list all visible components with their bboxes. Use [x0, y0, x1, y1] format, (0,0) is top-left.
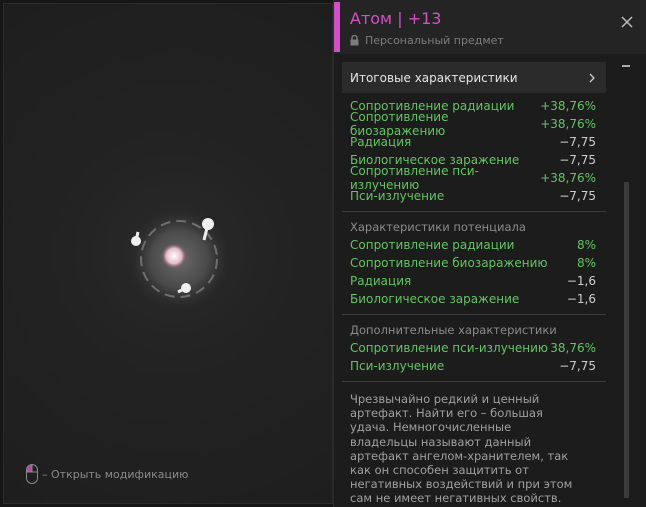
- scrollbar[interactable]: [620, 62, 632, 507]
- stat-value: −7,75: [559, 189, 596, 203]
- total-stats-title: Итоговые характеристики: [350, 70, 518, 85]
- item-details-window: – Открыть модификацию Атом | +13 Персона…: [0, 0, 646, 507]
- stat-label: Сопротивление пси-излучению: [350, 164, 479, 192]
- stat-label: Биологическое заражение: [350, 292, 520, 306]
- stat-label: Пси-излучение: [350, 359, 445, 373]
- item-preview[interactable]: – Открыть модификацию: [3, 3, 333, 504]
- item-description: Чрезвычайно редкий и ценный артефакт. На…: [350, 392, 573, 506]
- stat-row: Радиация −1,6: [350, 272, 606, 290]
- stat-label: Сопротивление биозаражению: [350, 256, 548, 270]
- chevron-right-icon: [589, 73, 595, 82]
- atom-artifact-image: [127, 207, 231, 311]
- stat-value: +38,76%: [540, 117, 596, 131]
- item-header: Атом | +13 Персональный предмет: [334, 0, 646, 54]
- stat-label: Радиация: [350, 135, 412, 149]
- open-modification-hint: – Открыть модификацию: [26, 464, 188, 484]
- stat-label: Радиация: [350, 274, 412, 288]
- stat-value: 38,76%: [550, 341, 596, 355]
- stat-value: −7,75: [559, 135, 596, 149]
- stat-row: Сопротивление радиации 8%: [350, 236, 606, 254]
- total-stats-header[interactable]: Итоговые характеристики: [342, 62, 606, 93]
- potential-stats-list: Сопротивление радиации 8% Сопротивление б…: [342, 236, 606, 308]
- mouse-icon: [26, 464, 38, 484]
- stat-value: −1,6: [566, 274, 596, 288]
- total-stats-list: Сопротивление радиации +38,76% Сопротивле…: [342, 93, 606, 205]
- stat-row: Сопротивление биозаражению 8%: [350, 254, 606, 272]
- potential-stats-title: Характеристики потенциала: [350, 220, 526, 234]
- stat-value: −7,75: [559, 359, 596, 373]
- item-subtitle: Персональный предмет: [350, 34, 504, 47]
- stat-value: +38,76%: [540, 171, 596, 185]
- stat-row: Биологическое заражение −1,6: [350, 290, 606, 308]
- stat-row: Сопротивление пси-излучению 38,76%: [350, 339, 606, 357]
- stat-label: Сопротивление пси-излучению: [350, 341, 549, 355]
- rarity-accent-bar: [334, 2, 340, 52]
- stat-row: Пси-излучение −7,75: [350, 357, 606, 375]
- stat-row: Сопротивление биозаражению +38,76%: [350, 110, 606, 138]
- stat-value: +38,76%: [540, 99, 596, 113]
- scrollbar-thumb[interactable]: [624, 182, 629, 498]
- hint-text: – Открыть модификацию: [42, 467, 189, 481]
- stat-label: Пси-излучение: [350, 189, 445, 203]
- item-title: Атом | +13: [350, 9, 442, 28]
- close-icon[interactable]: [620, 15, 634, 29]
- stats-content: Итоговые характеристики Сопротивление ра…: [342, 62, 606, 506]
- lock-icon: [350, 35, 359, 46]
- stat-label: Сопротивление биозаражению: [350, 110, 449, 138]
- stat-value: 8%: [576, 238, 596, 252]
- stat-label: Сопротивление радиации: [350, 238, 515, 252]
- extra-stats-title: Дополнительные характеристики: [350, 323, 557, 337]
- personal-item-label: Персональный предмет: [365, 34, 504, 47]
- scroll-up-icon[interactable]: [620, 62, 632, 70]
- item-info-panel: Атом | +13 Персональный предмет Итоговые…: [333, 0, 646, 507]
- stat-value: −1,6: [566, 292, 596, 306]
- stat-value: −7,75: [559, 153, 596, 167]
- extra-stats-list: Сопротивление пси-излучению 38,76% Пси-из…: [342, 339, 606, 375]
- stat-row: Сопротивление пси-излучению +38,76%: [350, 164, 606, 192]
- stat-value: 8%: [576, 256, 596, 270]
